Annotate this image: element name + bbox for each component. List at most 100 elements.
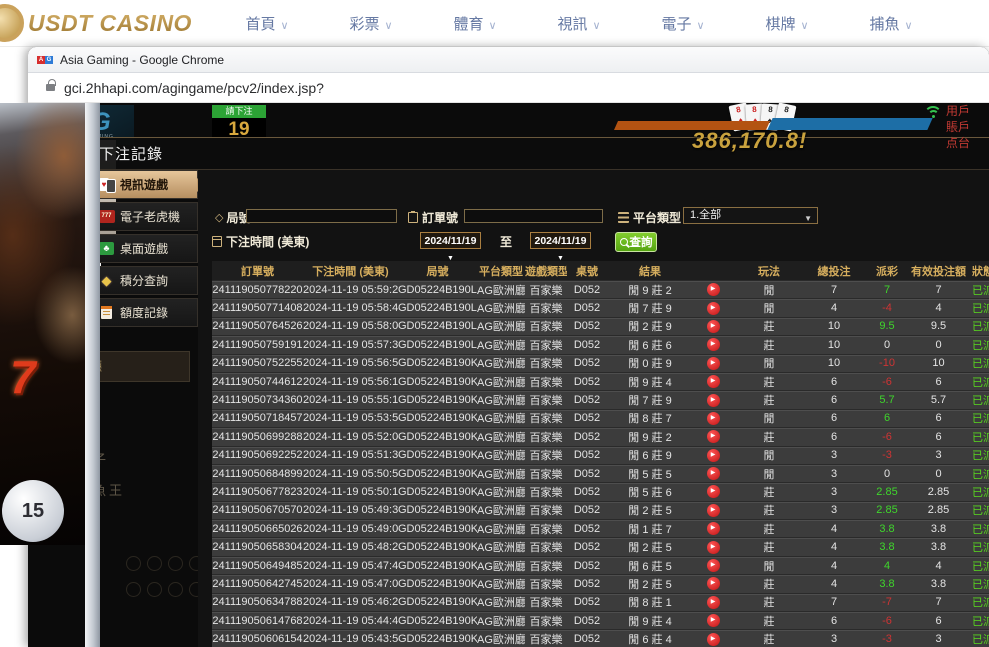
bet-records-modal: 下注記錄 視訊遊戲777電子老虎機♣桌面遊戲◆積分查詢額度記錄 ◇ 局號 訂單號: [90, 137, 989, 647]
replay-button[interactable]: ▶: [707, 302, 720, 315]
round-input[interactable]: [246, 209, 397, 223]
replay-button[interactable]: ▶: [707, 283, 720, 296]
window-titlebar[interactable]: AG Asia Gaming - Google Chrome: [28, 47, 989, 73]
diamond-icon: ◆: [102, 274, 112, 287]
platform-select[interactable]: 1.全部 ▼: [683, 207, 818, 224]
url-text[interactable]: gci.2hhapi.com/agingame/pcv2/index.jsp?: [64, 80, 324, 96]
result-cell: 閒 2 莊 5: [607, 576, 693, 592]
bet-time-cell: 2024-11-19 05:49:33: [303, 504, 398, 516]
round-id-cell: GD05224B190KP: [398, 486, 477, 498]
order-id-cell: 241119050634788: [212, 596, 303, 608]
replay-cell: ▶: [693, 357, 733, 370]
platform-cell: AG歐洲廳: [477, 355, 525, 371]
platform-cell: AG歐洲廳: [477, 392, 525, 408]
round-id-cell: GD05224B190KS: [398, 431, 477, 443]
replay-button[interactable]: ▶: [707, 338, 720, 351]
replay-button[interactable]: ▶: [707, 559, 720, 572]
nav-item-2[interactable]: 彩票∨: [319, 13, 423, 34]
status-cell: 已派彩: [966, 521, 989, 537]
table-row: 2411190506061542024-11-19 05:43:56GD0522…: [212, 630, 989, 647]
nav-item-3[interactable]: 體育∨: [423, 13, 527, 34]
result-cell: 閒 7 莊 9: [607, 392, 693, 408]
payout-cell: 6: [863, 412, 911, 424]
list-icon: [618, 212, 629, 223]
modal-sidebar-item-2[interactable]: 777電子老虎機: [91, 202, 198, 231]
replay-cell: ▶: [693, 522, 733, 535]
order-input[interactable]: [464, 209, 603, 223]
table-no-cell: D052: [567, 615, 607, 627]
play-type-cell: 閒: [733, 410, 805, 426]
order-label: 訂單號: [408, 209, 458, 226]
replay-button[interactable]: ▶: [707, 541, 720, 554]
game-type-cell: 百家樂: [525, 631, 567, 647]
lock-icon[interactable]: [46, 84, 55, 91]
table-no-cell: D052: [567, 523, 607, 535]
column-header: 有效投注額: [911, 263, 966, 279]
modal-sidebar-item-4[interactable]: ◆積分查詢: [91, 266, 198, 295]
search-button[interactable]: 查詢: [615, 232, 657, 252]
bet-time-cell: 2024-11-19 05:44:41: [303, 615, 398, 627]
nav-item-7[interactable]: 捕魚∨: [839, 13, 943, 34]
bet-time-cell: 2024-11-19 05:53:57: [303, 412, 398, 424]
nav-item-1[interactable]: 首頁∨: [215, 13, 319, 34]
replay-cell: ▶: [693, 449, 733, 462]
replay-button[interactable]: ▶: [707, 522, 720, 535]
payout-cell: -4: [863, 302, 911, 314]
bet-time-cell: 2024-11-19 05:47:00: [303, 578, 398, 590]
total-bet-cell: 6: [805, 412, 863, 424]
game-type-cell: 百家樂: [525, 594, 567, 610]
platform-cell: AG歐洲廳: [477, 576, 525, 592]
payout-cell: -10: [863, 357, 911, 369]
date-to-picker[interactable]: 2024/11/19 ▼: [530, 232, 591, 249]
total-bet-cell: 7: [805, 596, 863, 608]
replay-button[interactable]: ▶: [707, 320, 720, 333]
replay-button[interactable]: ▶: [707, 449, 720, 462]
nav-item-5[interactable]: 電子∨: [631, 13, 735, 34]
modal-sidebar-item-3[interactable]: ♣桌面遊戲: [91, 234, 198, 263]
table-no-cell: D052: [567, 486, 607, 498]
replay-button[interactable]: ▶: [707, 596, 720, 609]
banner-edge-strip: [85, 103, 100, 647]
modal-sidebar-item-5[interactable]: 額度記錄: [91, 298, 198, 327]
replay-cell: ▶: [693, 559, 733, 572]
replay-cell: ▶: [693, 394, 733, 407]
replay-button[interactable]: ▶: [707, 485, 720, 498]
status-cell: 已派彩: [966, 355, 989, 371]
replay-cell: ▶: [693, 541, 733, 554]
total-bet-cell: 4: [805, 541, 863, 553]
nav-item-4[interactable]: 視訊∨: [527, 13, 631, 34]
replay-button[interactable]: ▶: [707, 504, 720, 517]
game-type-cell: 百家樂: [525, 521, 567, 537]
address-bar[interactable]: gci.2hhapi.com/agingame/pcv2/index.jsp?: [28, 73, 989, 103]
replay-button[interactable]: ▶: [707, 577, 720, 590]
platform-cell: AG歐洲廳: [477, 539, 525, 555]
replay-button[interactable]: ▶: [707, 357, 720, 370]
round-id-cell: GD05224B190L0: [398, 339, 477, 351]
replay-button[interactable]: ▶: [707, 467, 720, 480]
replay-button[interactable]: ▶: [707, 633, 720, 646]
replay-button[interactable]: ▶: [707, 430, 720, 443]
nav-item-6[interactable]: 棋牌∨: [735, 13, 839, 34]
valid-bet-cell: 6: [911, 615, 966, 627]
replay-button[interactable]: ▶: [707, 375, 720, 388]
result-cell: 閒 9 莊 4: [607, 613, 693, 629]
order-id-cell: 241119050771408: [212, 302, 303, 314]
chevron-down-icon: ∨: [696, 20, 704, 32]
platform-cell: AG歐洲廳: [477, 594, 525, 610]
replay-button[interactable]: ▶: [707, 412, 720, 425]
replay-button[interactable]: ▶: [707, 614, 720, 627]
replay-cell: ▶: [693, 485, 733, 498]
date-from-picker[interactable]: 2024/11/19 ▼: [420, 232, 481, 249]
order-id-cell: 241119050677823: [212, 486, 303, 498]
round-id-cell: GD05224B190KF: [398, 633, 477, 645]
total-bet-cell: 6: [805, 615, 863, 627]
play-type-cell: 閒: [733, 558, 805, 574]
platform-cell: AG歐洲廳: [477, 374, 525, 390]
site-logo: USDT CASINO: [0, 4, 192, 42]
bet-time-cell: 2024-11-19 05:49:02: [303, 523, 398, 535]
countdown-label: 請下注: [212, 105, 266, 118]
replay-button[interactable]: ▶: [707, 394, 720, 407]
table-no-cell: D052: [567, 633, 607, 645]
result-cell: 閒 9 莊 2: [607, 282, 693, 298]
modal-sidebar-item-1[interactable]: 視訊遊戲: [91, 170, 198, 199]
